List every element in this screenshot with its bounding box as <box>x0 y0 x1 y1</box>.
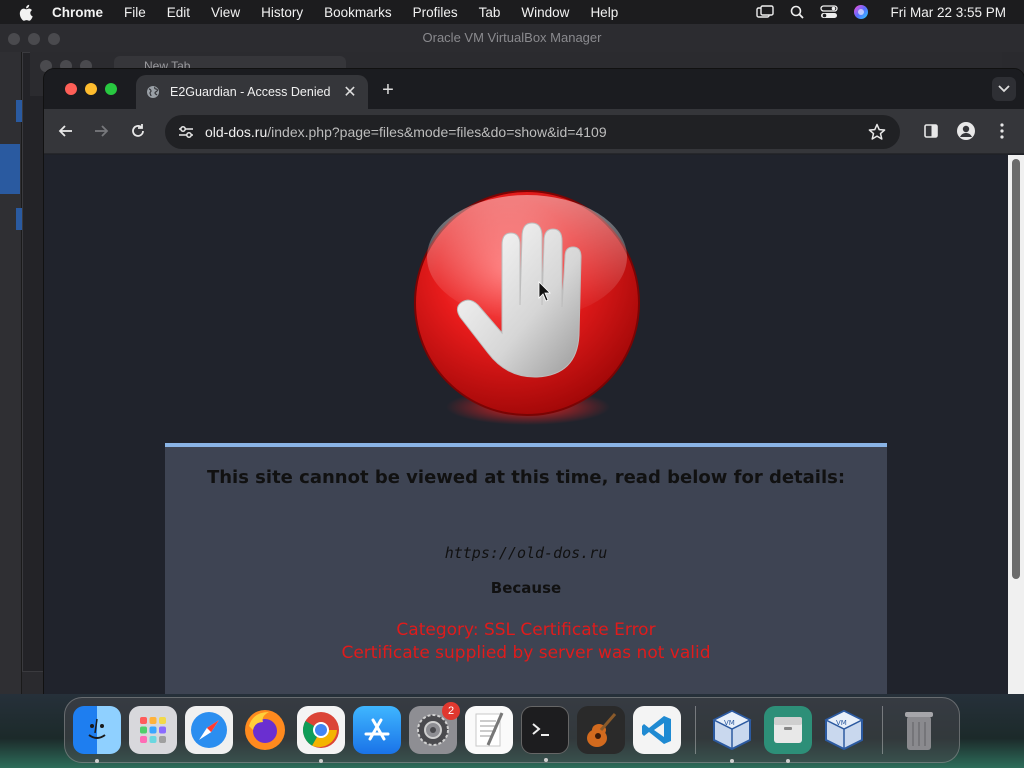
chrome-menu-button[interactable] <box>990 119 1014 143</box>
tab-active[interactable]: E2Guardian - Access Denied ✕ <box>136 75 368 109</box>
textedit-icon[interactable] <box>465 706 513 754</box>
menu-window[interactable]: Window <box>521 5 569 20</box>
menu-profiles[interactable]: Profiles <box>413 5 458 20</box>
dock: 2 VM VM <box>64 697 960 763</box>
minimize-window-button[interactable] <box>85 83 97 95</box>
browser-toolbar: old-dos.ru/index.php?page=files&mode=fil… <box>44 109 1024 154</box>
menu-tab[interactable]: Tab <box>479 5 501 20</box>
menu-help[interactable]: Help <box>590 5 618 20</box>
tab-search-button[interactable] <box>992 77 1016 101</box>
side-panel-icon <box>924 124 938 138</box>
reload-button[interactable] <box>126 119 150 143</box>
trash-icon[interactable] <box>895 706 943 754</box>
web-page: This site cannot be viewed at this time,… <box>44 155 1008 694</box>
chevron-down-icon <box>998 85 1010 93</box>
blocked-site-url: https://old-dos.ru <box>444 544 608 562</box>
block-reason-detail: Certificate supplied by server was not v… <box>341 643 711 663</box>
chrome-app-icon[interactable] <box>297 706 345 763</box>
control-center-icon[interactable] <box>820 3 839 21</box>
tab-title: E2Guardian - Access Denied <box>170 85 331 99</box>
back-button[interactable] <box>54 119 78 143</box>
notification-badge: 2 <box>442 702 460 720</box>
block-reason: Category: SSL Certificate Error Certific… <box>165 619 887 665</box>
menu-bar: Chrome File Edit View History Bookmarks … <box>0 0 1024 24</box>
block-reason-category: Category: SSL Certificate Error <box>396 620 656 640</box>
because-label: Because <box>490 579 562 597</box>
archive-utility-icon[interactable] <box>764 706 812 763</box>
back-arrow-icon <box>58 125 72 137</box>
apple-menu-icon[interactable] <box>18 4 36 21</box>
launchpad-icon[interactable] <box>129 706 177 754</box>
menu-clock[interactable]: Fri Mar 22 3:55 PM <box>890 5 1006 20</box>
dock-separator <box>695 706 696 754</box>
garageband-icon[interactable] <box>577 706 625 754</box>
menu-file[interactable]: File <box>124 5 146 20</box>
kebab-menu-icon <box>1000 123 1004 139</box>
terminal-icon[interactable] <box>521 706 569 762</box>
forward-arrow-icon <box>95 125 109 137</box>
address-bar[interactable]: old-dos.ru/index.php?page=files&mode=fil… <box>165 115 900 149</box>
url-path: /index.php?page=files&mode=files&do=show… <box>267 124 607 140</box>
profile-button[interactable] <box>954 119 978 143</box>
svg-text:VM: VM <box>724 719 735 727</box>
new-tab-button[interactable]: + <box>376 78 400 102</box>
page-scrollbar[interactable] <box>1008 155 1024 694</box>
screen-mirroring-icon[interactable] <box>756 3 775 21</box>
url-text[interactable]: old-dos.ru/index.php?page=files&mode=fil… <box>205 124 607 140</box>
svg-text:VM: VM <box>836 719 847 727</box>
virtualbox-sidebar <box>0 52 22 694</box>
virtualbox-title: Oracle VM VirtualBox Manager <box>0 24 1024 52</box>
window-controls <box>65 83 117 95</box>
finder-icon[interactable] <box>73 706 121 763</box>
site-info-icon[interactable] <box>177 123 195 141</box>
menu-history[interactable]: History <box>261 5 303 20</box>
stop-hand-icon <box>414 190 640 425</box>
fullscreen-window-button[interactable] <box>105 83 117 95</box>
menu-view[interactable]: View <box>211 5 240 20</box>
tab-strip: E2Guardian - Access Denied ✕ + <box>44 69 1024 109</box>
side-panel-button[interactable] <box>919 119 943 143</box>
menu-edit[interactable]: Edit <box>167 5 190 20</box>
block-message-panel: This site cannot be viewed at this time,… <box>165 443 887 694</box>
reload-icon <box>132 124 144 137</box>
virtualbox-icon[interactable]: VM <box>708 706 756 763</box>
spotlight-search-icon[interactable] <box>788 3 806 21</box>
virtualbox-vm-icon[interactable]: VM <box>820 706 868 754</box>
profile-avatar-icon <box>957 122 975 140</box>
firefox-icon[interactable] <box>241 706 289 754</box>
app-store-icon[interactable] <box>353 706 401 754</box>
system-settings-icon[interactable]: 2 <box>409 702 460 754</box>
url-host: old-dos.ru <box>205 124 268 140</box>
dock-separator-2 <box>882 706 883 754</box>
menu-app-name[interactable]: Chrome <box>52 5 103 20</box>
safari-icon[interactable] <box>185 706 233 754</box>
globe-icon <box>146 85 160 99</box>
block-heading: This site cannot be viewed at this time,… <box>206 467 846 488</box>
vscode-icon[interactable] <box>633 706 681 754</box>
bookmark-star-icon[interactable] <box>868 123 886 141</box>
menu-bookmarks[interactable]: Bookmarks <box>324 5 392 20</box>
close-tab-icon[interactable]: ✕ <box>340 82 360 102</box>
close-window-button[interactable] <box>65 83 77 95</box>
forward-button[interactable] <box>89 119 113 143</box>
scrollbar-thumb[interactable] <box>1012 159 1020 579</box>
virtualbox-window-controls <box>8 33 60 45</box>
siri-icon[interactable] <box>852 3 870 21</box>
chrome-window: E2Guardian - Access Denied ✕ + old-dos.r… <box>44 69 1024 694</box>
